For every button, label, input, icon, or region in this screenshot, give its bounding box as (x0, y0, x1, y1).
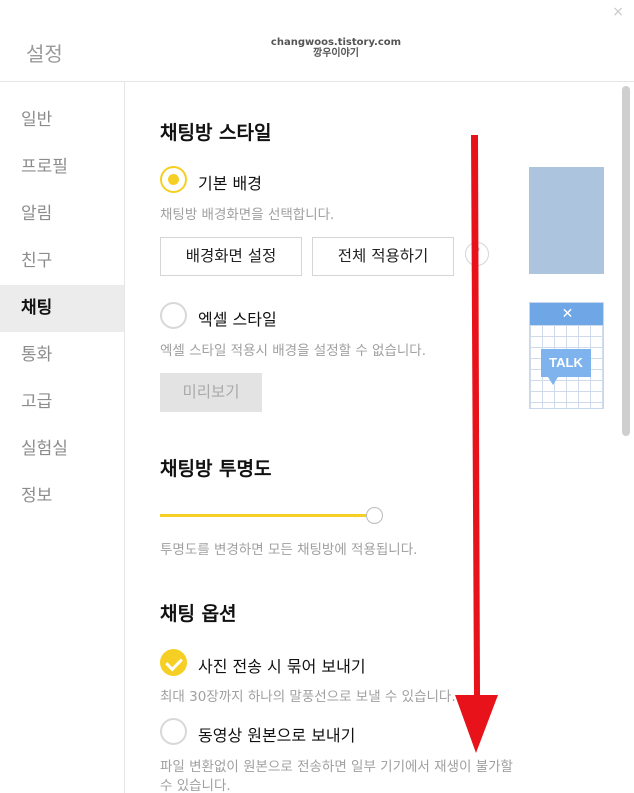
checkbox-photo-bundle[interactable] (160, 649, 187, 676)
basic-background-label[interactable]: 기본 배경 (198, 170, 262, 194)
video-original-label[interactable]: 동영상 원본으로 보내기 (198, 722, 355, 746)
excel-style-desc: 엑셀 스타일 적용시 배경을 설정할 수 없습니다. (160, 343, 427, 359)
sidebar-item-labs[interactable]: 실험실 (0, 426, 124, 473)
excel-x-icon: ✕ (561, 306, 574, 322)
scrollbar-thumb[interactable] (622, 86, 630, 436)
watermark-name: 깡우이야기 (313, 48, 359, 59)
watermark: changwoos.tistory.com 깡우이야기 (250, 37, 422, 59)
photo-bundle-desc: 최대 30장까지 하나의 말풍선으로 보낼 수 있습니다. (160, 689, 456, 705)
close-icon[interactable]: × (612, 4, 624, 20)
talk-bubble: TALK (541, 349, 591, 377)
basic-background-preview (529, 167, 604, 274)
sidebar-item-general[interactable]: 일반 (0, 97, 124, 144)
opacity-desc: 투명도를 변경하면 모든 채팅방에 적용됩니다. (160, 542, 418, 558)
basic-background-desc: 채팅방 배경화면을 선택합니다. (160, 207, 335, 223)
sidebar-item-chat[interactable]: 채팅 (0, 285, 124, 332)
sidebar-item-friends[interactable]: 친구 (0, 238, 124, 285)
help-icon[interactable]: ? (465, 242, 489, 266)
radio-excel-style[interactable] (160, 302, 187, 329)
radio-basic-background[interactable] (160, 166, 187, 193)
settings-content: 채팅방 스타일 기본 배경 채팅방 배경화면을 선택합니다. 배경화면 설정 전… (126, 82, 619, 793)
excel-style-preview: ✕ TALK (529, 302, 604, 409)
preview-button[interactable]: 미리보기 (160, 373, 262, 412)
set-background-button[interactable]: 배경화면 설정 (160, 237, 302, 276)
watermark-url: changwoos.tistory.com (270, 37, 402, 48)
opacity-slider-track[interactable] (160, 514, 375, 517)
page-title: 설정 (26, 42, 63, 66)
section-title-opacity: 채팅방 투명도 (160, 458, 272, 480)
settings-header: 설정 changwoos.tistory.com 깡우이야기 × (0, 0, 634, 82)
excel-style-label[interactable]: 엑셀 스타일 (198, 306, 277, 330)
video-original-desc-line1: 파일 변환없이 원본으로 전송하면 일부 기기에서 재생이 불가할 (160, 759, 513, 775)
sidebar-item-info[interactable]: 정보 (0, 473, 124, 520)
checkbox-video-original[interactable] (160, 718, 187, 745)
talk-bubble-tail (548, 377, 558, 385)
section-title-chat-style: 채팅방 스타일 (160, 122, 272, 144)
sidebar-item-notifications[interactable]: 알림 (0, 191, 124, 238)
apply-all-button[interactable]: 전체 적용하기 (312, 237, 454, 276)
sidebar-item-profile[interactable]: 프로필 (0, 144, 124, 191)
opacity-slider-handle[interactable] (366, 507, 383, 524)
video-original-desc-line2: 수 있습니다. (160, 778, 231, 793)
photo-bundle-label[interactable]: 사진 전송 시 묶어 보내기 (198, 653, 366, 677)
sidebar-item-advanced[interactable]: 고급 (0, 379, 124, 426)
sidebar: 일반 프로필 알림 친구 채팅 통화 고급 실험실 정보 (0, 82, 125, 793)
section-title-chat-options: 채팅 옵션 (160, 603, 237, 625)
sidebar-item-call[interactable]: 통화 (0, 332, 124, 379)
scrollbar[interactable] (620, 82, 634, 793)
